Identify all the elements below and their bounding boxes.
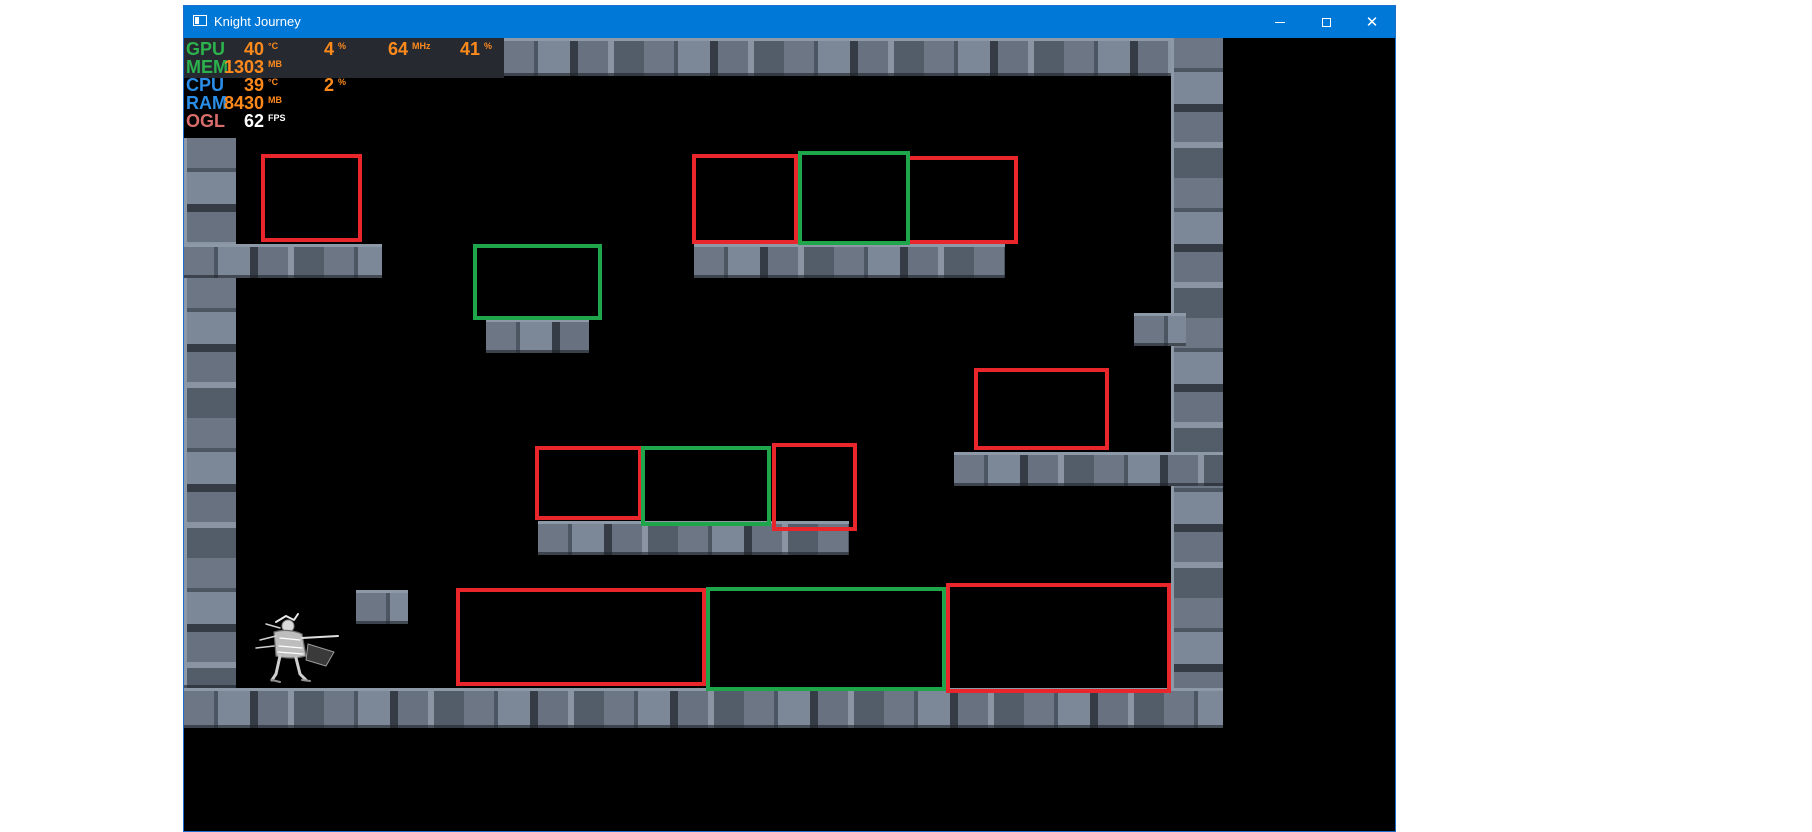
cpu-usage-unit: % [338,77,347,87]
gpu-clock: 64 [387,39,408,59]
overlay-row-ram: RAM 8430 MB [184,94,504,112]
ogl-label: OGL [186,111,225,131]
title-bar[interactable]: Knight Journey ✕ [184,6,1395,38]
minimize-icon [1275,21,1285,23]
gpu-temp-unit: °C [268,41,279,51]
green-box [641,446,771,526]
platform-small-bottom [356,590,408,624]
knight-player-sprite [255,613,339,683]
maximize-button[interactable] [1303,6,1349,38]
cpu-label: CPU [186,75,225,95]
platform-right-stub [1134,313,1186,346]
green-box [473,244,602,320]
minimize-button[interactable] [1257,6,1303,38]
gpu-load: 41 [459,39,480,59]
gpu-load-unit: % [484,41,493,51]
game-window[interactable]: Knight Journey ✕ GPU 40 °C 4 % 64 MHz 41… [183,5,1396,832]
close-button[interactable]: ✕ [1349,6,1395,38]
top-wall [504,38,1171,76]
green-box [706,587,946,691]
green-box [798,151,910,245]
red-box [261,154,362,242]
ram-unit: MB [268,95,282,105]
gpu-usage-unit: % [338,41,347,51]
red-box [772,443,857,531]
red-box [535,446,642,520]
red-box [692,154,798,244]
overlay-row-ogl: OGL 62 FPS [184,112,504,130]
ram-label: RAM [186,93,227,113]
platform-right-ledge [954,452,1223,486]
left-wall [184,138,236,688]
gpu-temp: 40 [243,39,264,59]
platform-small-center [486,319,589,353]
platform-top-center [694,244,1005,278]
cpu-usage: 2 [323,75,334,95]
ram-value: 8430 [223,93,264,113]
overlay-row-mem: MEM 1303 MB [184,58,504,76]
red-box [456,588,706,686]
cpu-temp: 39 [243,75,264,95]
overlay-row-cpu: CPU 39 °C 2 % [184,76,504,94]
gpu-usage: 4 [323,39,334,59]
red-box [946,583,1171,693]
fps-unit: FPS [268,113,286,123]
cpu-temp-unit: °C [268,77,279,87]
close-icon: ✕ [1365,12,1379,31]
floor [184,688,1223,728]
app-window-icon [193,15,207,26]
gpu-clock-unit: MHz [412,41,431,51]
mem-unit: MB [268,59,282,69]
maximize-icon [1321,17,1331,27]
right-wall [1171,38,1223,728]
window-title: Knight Journey [214,14,301,29]
mem-value: 1303 [223,57,264,77]
fps-value: 62 [243,111,264,131]
performance-overlay: GPU 40 °C 4 % 64 MHz 41 % MEM 1303 MB CP… [184,38,504,144]
platform-left-ledge [184,244,382,278]
gpu-label: GPU [186,39,226,59]
red-box [974,368,1109,450]
game-canvas[interactable]: GPU 40 °C 4 % 64 MHz 41 % MEM 1303 MB CP… [184,38,1395,831]
overlay-row-gpu: GPU 40 °C 4 % 64 MHz 41 % [184,40,504,58]
red-box [906,156,1018,244]
